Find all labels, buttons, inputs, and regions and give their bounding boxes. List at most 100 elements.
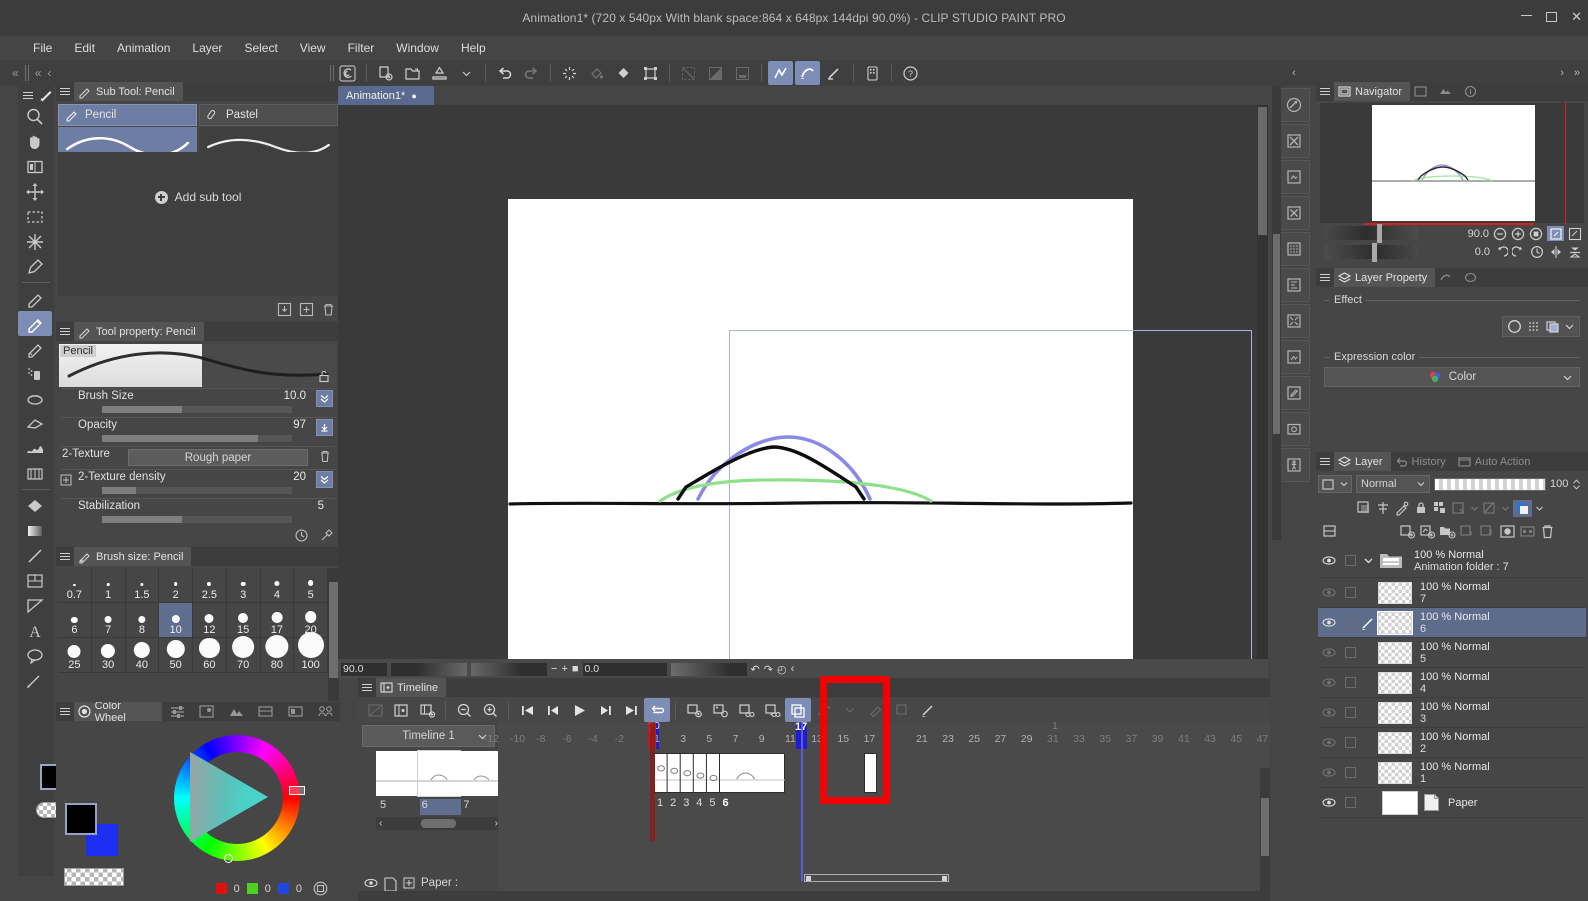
lock-layer-icon[interactable] — [1413, 500, 1429, 516]
brush-size-value[interactable]: 10.0 — [284, 390, 306, 402]
brush-size-cell[interactable]: 0.7 — [58, 568, 92, 603]
sub-tool-group-pastel[interactable]: Pastel — [199, 104, 338, 126]
timeline-zoom-out-icon[interactable] — [451, 698, 477, 722]
decoration-tool-icon[interactable] — [18, 386, 52, 411]
rotation-field[interactable]: 0.0 — [582, 662, 667, 676]
invert-selection-icon[interactable] — [703, 61, 728, 85]
go-to-start-icon[interactable] — [514, 698, 540, 722]
clear-layer-icon[interactable] — [1278, 124, 1310, 158]
cel-preview-6[interactable] — [417, 750, 461, 797]
delete-layer-button[interactable] — [1539, 523, 1556, 540]
figure-line-tool-icon[interactable] — [18, 543, 52, 568]
timeline-ruler-tick[interactable]: 45 — [1230, 733, 1242, 745]
toolbar-grip[interactable] — [330, 65, 334, 81]
expand-sub-options-icon[interactable] — [60, 474, 72, 486]
layer-visibility-icon[interactable] — [1318, 677, 1340, 688]
layer-opacity-value[interactable]: 100 — [1550, 478, 1568, 490]
layer-visibility-icon[interactable] — [1318, 707, 1340, 718]
brush-size-cell[interactable]: 2.5 — [193, 568, 227, 603]
collapse-left2-icon[interactable]: « — [35, 66, 42, 80]
expression-color-combo[interactable]: Color — [1324, 367, 1580, 387]
texture-density-chevron-icon[interactable] — [316, 471, 333, 488]
brush-size-cell[interactable]: 80 — [260, 634, 295, 673]
brush-size-cell[interactable]: 17 — [260, 603, 295, 638]
quick-mask-icon[interactable] — [1278, 88, 1310, 122]
layer-list[interactable]: 100 % Normal Animation folder : 7 100 % No… — [1318, 544, 1586, 899]
fill-icon[interactable] — [584, 61, 609, 85]
brush-size-slider[interactable] — [102, 406, 292, 413]
mask-enable-icon[interactable] — [1482, 500, 1498, 516]
brush-size-cell[interactable]: 2 — [159, 568, 193, 603]
reference-chevron-icon[interactable] — [1470, 504, 1479, 513]
clip-to-layer-below-icon[interactable] — [1356, 500, 1372, 516]
undo-icon[interactable] — [492, 61, 517, 85]
figure-reference-icon[interactable] — [1278, 448, 1310, 482]
navigator-fit-window-icon[interactable] — [1547, 226, 1564, 241]
timeline-ruler-tick[interactable]: -8 — [536, 733, 545, 745]
navigator-canvas[interactable] — [1320, 103, 1584, 223]
navigator-rotation-knob[interactable] — [1372, 243, 1377, 262]
new-document-icon[interactable] — [373, 61, 398, 85]
brush-size-cell[interactable]: 3 — [226, 568, 261, 603]
correct-line-tool-icon[interactable] — [18, 668, 52, 693]
onion-skin-toggle-icon[interactable] — [785, 698, 811, 722]
brush-size-cell[interactable]: 100 — [294, 632, 328, 673]
information-tab[interactable] — [1460, 82, 1486, 101]
timeline-ruler-tick[interactable]: 5 — [706, 733, 712, 745]
layer-visibility-icon[interactable] — [1318, 587, 1340, 598]
object-tool-icon[interactable] — [18, 179, 52, 204]
camera-layer-icon[interactable] — [1278, 412, 1310, 446]
zoom-in-icon[interactable]: + — [561, 663, 567, 675]
navigator-rotation-slider[interactable] — [1324, 245, 1418, 259]
layer-visibility-icon[interactable] — [1318, 647, 1340, 658]
copy-cel-icon[interactable] — [889, 698, 915, 722]
clear-icon[interactable] — [557, 61, 582, 85]
zoom-slider[interactable] — [391, 662, 467, 676]
gradient-tool-icon[interactable] — [18, 461, 52, 486]
next-frame-icon[interactable] — [592, 698, 618, 722]
rotation-slider[interactable] — [670, 662, 747, 676]
navigator-menu-icon[interactable] — [1316, 82, 1334, 101]
loop-playback-icon[interactable] — [644, 698, 670, 722]
menu-filter[interactable]: Filter — [337, 39, 386, 57]
subview-tab-icon[interactable] — [251, 702, 281, 721]
combine-down-button[interactable] — [1479, 523, 1496, 540]
navigator-zoom-in-icon[interactable] — [1511, 227, 1525, 241]
brush-size-cell[interactable]: 30 — [91, 638, 126, 673]
timeline-ruler-tick[interactable]: 27 — [995, 733, 1007, 745]
move-layer-tool-icon[interactable] — [18, 154, 52, 179]
canvas-area[interactable] — [338, 105, 1268, 722]
brush-size-cell[interactable]: 60 — [193, 637, 227, 673]
layer-row[interactable]: 100 % Normal 2 — [1318, 728, 1586, 758]
brush-size-cell[interactable]: 5 — [294, 568, 328, 603]
brush-size-cell[interactable]: 20 — [294, 603, 328, 638]
cel-preview-5[interactable] — [376, 751, 418, 796]
color-ring-cursor[interactable] — [289, 786, 305, 795]
sub-tool-menu-icon[interactable] — [56, 82, 74, 101]
tool-property-menu-icon[interactable] — [56, 322, 74, 341]
fit-icon[interactable]: ■ — [572, 663, 579, 675]
previous-frame-icon[interactable] — [540, 698, 566, 722]
sub-tool-group-pencil[interactable]: Pencil — [58, 104, 197, 126]
add-sub-tool-button[interactable]: Add sub tool — [58, 190, 338, 204]
texture-density-value[interactable]: 20 — [293, 471, 306, 483]
layer-row[interactable]: 100 % Normal 3 — [1318, 698, 1586, 728]
timeline-ruler-tick[interactable]: 11 — [785, 733, 796, 745]
menu-help[interactable]: Help — [450, 39, 497, 57]
rail-scrollbar[interactable] — [1272, 86, 1281, 540]
menu-edit[interactable]: Edit — [63, 39, 106, 57]
redo-icon[interactable] — [519, 61, 544, 85]
layer-info-icon[interactable] — [1278, 268, 1310, 302]
pen-pressure-icon[interactable] — [822, 61, 847, 85]
timeline-ruler-tick[interactable]: 39 — [1152, 733, 1164, 745]
layer-color-effect-icon[interactable] — [1545, 319, 1560, 334]
color-mode-toggle-icon[interactable] — [313, 881, 328, 896]
navigator-rotate-right-icon[interactable] — [1512, 245, 1526, 259]
layer-visibility-icon[interactable] — [1318, 797, 1340, 808]
navigator-reset-rotation-icon[interactable] — [1530, 245, 1544, 259]
layer-lock-checkbox[interactable] — [1340, 647, 1360, 658]
navigator-zoom-slider[interactable] — [1324, 226, 1418, 240]
quick-access-tab-icon[interactable] — [310, 702, 340, 721]
subtool-detail-tab-icon[interactable] — [281, 702, 311, 721]
new-vector-layer-button[interactable] — [1419, 523, 1436, 540]
